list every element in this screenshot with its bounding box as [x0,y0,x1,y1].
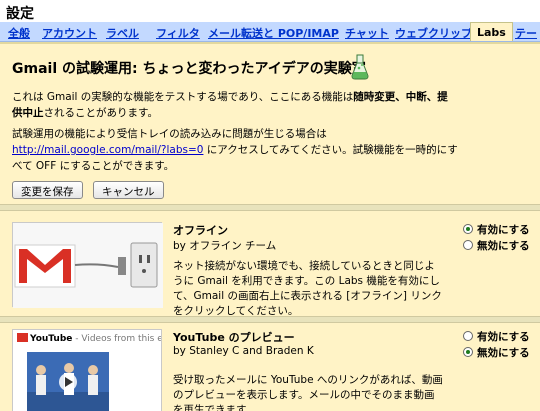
tab-labs[interactable]: Labs [470,22,513,41]
radio-label: 有効にする [477,331,530,343]
settings-header: 設定 [0,0,540,22]
offline-thumbnail [12,222,163,308]
divider [0,204,540,211]
radio-selected-icon [463,224,473,234]
tab-filters[interactable]: フィルタ [156,25,200,41]
labs-flask-icon [351,54,369,80]
radio-unselected-icon [463,331,473,341]
tab-themes[interactable]: テー [515,25,537,41]
intro-text: これは Gmail の実験的な機能をテストする場であり、ここにある機能は随時変更… [12,89,532,121]
radio-unselected-icon [463,240,473,250]
tab-web-clips[interactable]: ウェブクリップ [395,25,472,41]
intro-text-1: これは Gmail の実験的な機能をテストする場であり、ここにある機能は [12,91,354,103]
tab-forwarding-pop-imap[interactable]: メール転送と POP/IMAP [208,25,339,41]
recovery-text: 試験運用の機能により受信トレイの読み込みに問題が生じる場合は http://ma… [12,126,532,174]
lab-feature-offline: オフライン by オフライン チーム ネット接続がない環境でも、接続しているとき… [0,211,540,317]
save-changes-button[interactable]: 変更を保存 [12,181,83,199]
settings-title: 設定 [6,6,34,22]
cancel-button[interactable]: キャンセル [93,181,164,199]
feature-author: by オフライン チーム [173,240,277,252]
youtube-enable-radio[interactable]: 有効にする [463,329,530,344]
youtube-thumbnail: YouTube - Videos from this email [12,329,162,411]
youtube-thumb-caption: - Videos from this email [75,334,161,344]
intro-text-2: されることがあります。 [43,107,158,119]
labs-panel: Gmail の試験運用: ちょっと変わったアイデアの実験室 これは Gmail … [0,42,540,411]
divider [0,316,540,323]
tab-general[interactable]: 全般 [8,25,30,41]
youtube-logo-icon [17,333,28,342]
feature-title: YouTube のプレビュー [173,331,295,344]
recovery-text-3: べて OFF にすることができます。 [12,160,175,172]
feature-description: ネット接続がない環境でも、接続しているときと同じように Gmail を利用できま… [173,260,442,317]
feature-author: by Stanley C and Braden K [173,345,314,357]
youtube-logo-text: YouTube [30,334,73,344]
radio-label: 有効にする [477,224,530,236]
tab-chat[interactable]: チャット [345,25,389,41]
settings-tabs: 全般 アカウント ラベル フィルタ メール転送と POP/IMAP チャット ウ… [0,22,540,42]
youtube-disable-radio[interactable]: 無効にする [463,345,530,360]
offline-disable-radio[interactable]: 無効にする [463,238,530,253]
intro-warning-2: 供中止 [12,107,44,119]
offline-enable-radio[interactable]: 有効にする [463,222,530,237]
feature-description: 受け取ったメールに YouTube へのリンクがあれば、動画のプレビューを表示し… [173,374,443,411]
youtube-thumb-header: YouTube - Videos from this email [17,333,161,344]
intro-warning-1: 随時変更、中断、提 [353,91,448,103]
lab-feature-youtube-preview: YouTube - Videos from this email YouTube… [0,323,540,411]
tab-accounts[interactable]: アカウント [42,25,97,41]
radio-label: 無効にする [477,240,530,252]
labs-off-link[interactable]: http://mail.google.com/mail/?labs=0 [12,144,203,156]
recovery-text-1: 試験運用の機能により受信トレイの読み込みに問題が生じる場合は [12,128,327,140]
recovery-text-2: にアクセスしてみてください。試験機能を一時的にす [203,144,458,156]
page-title: Gmail の試験運用: ちょっと変わったアイデアの実験室 [12,61,366,77]
radio-selected-icon [463,347,473,357]
offline-illustration-icon [13,223,163,308]
video-preview-icon [27,352,109,411]
feature-title: オフライン [173,224,228,237]
tab-labels[interactable]: ラベル [106,25,139,41]
radio-label: 無効にする [477,347,530,359]
